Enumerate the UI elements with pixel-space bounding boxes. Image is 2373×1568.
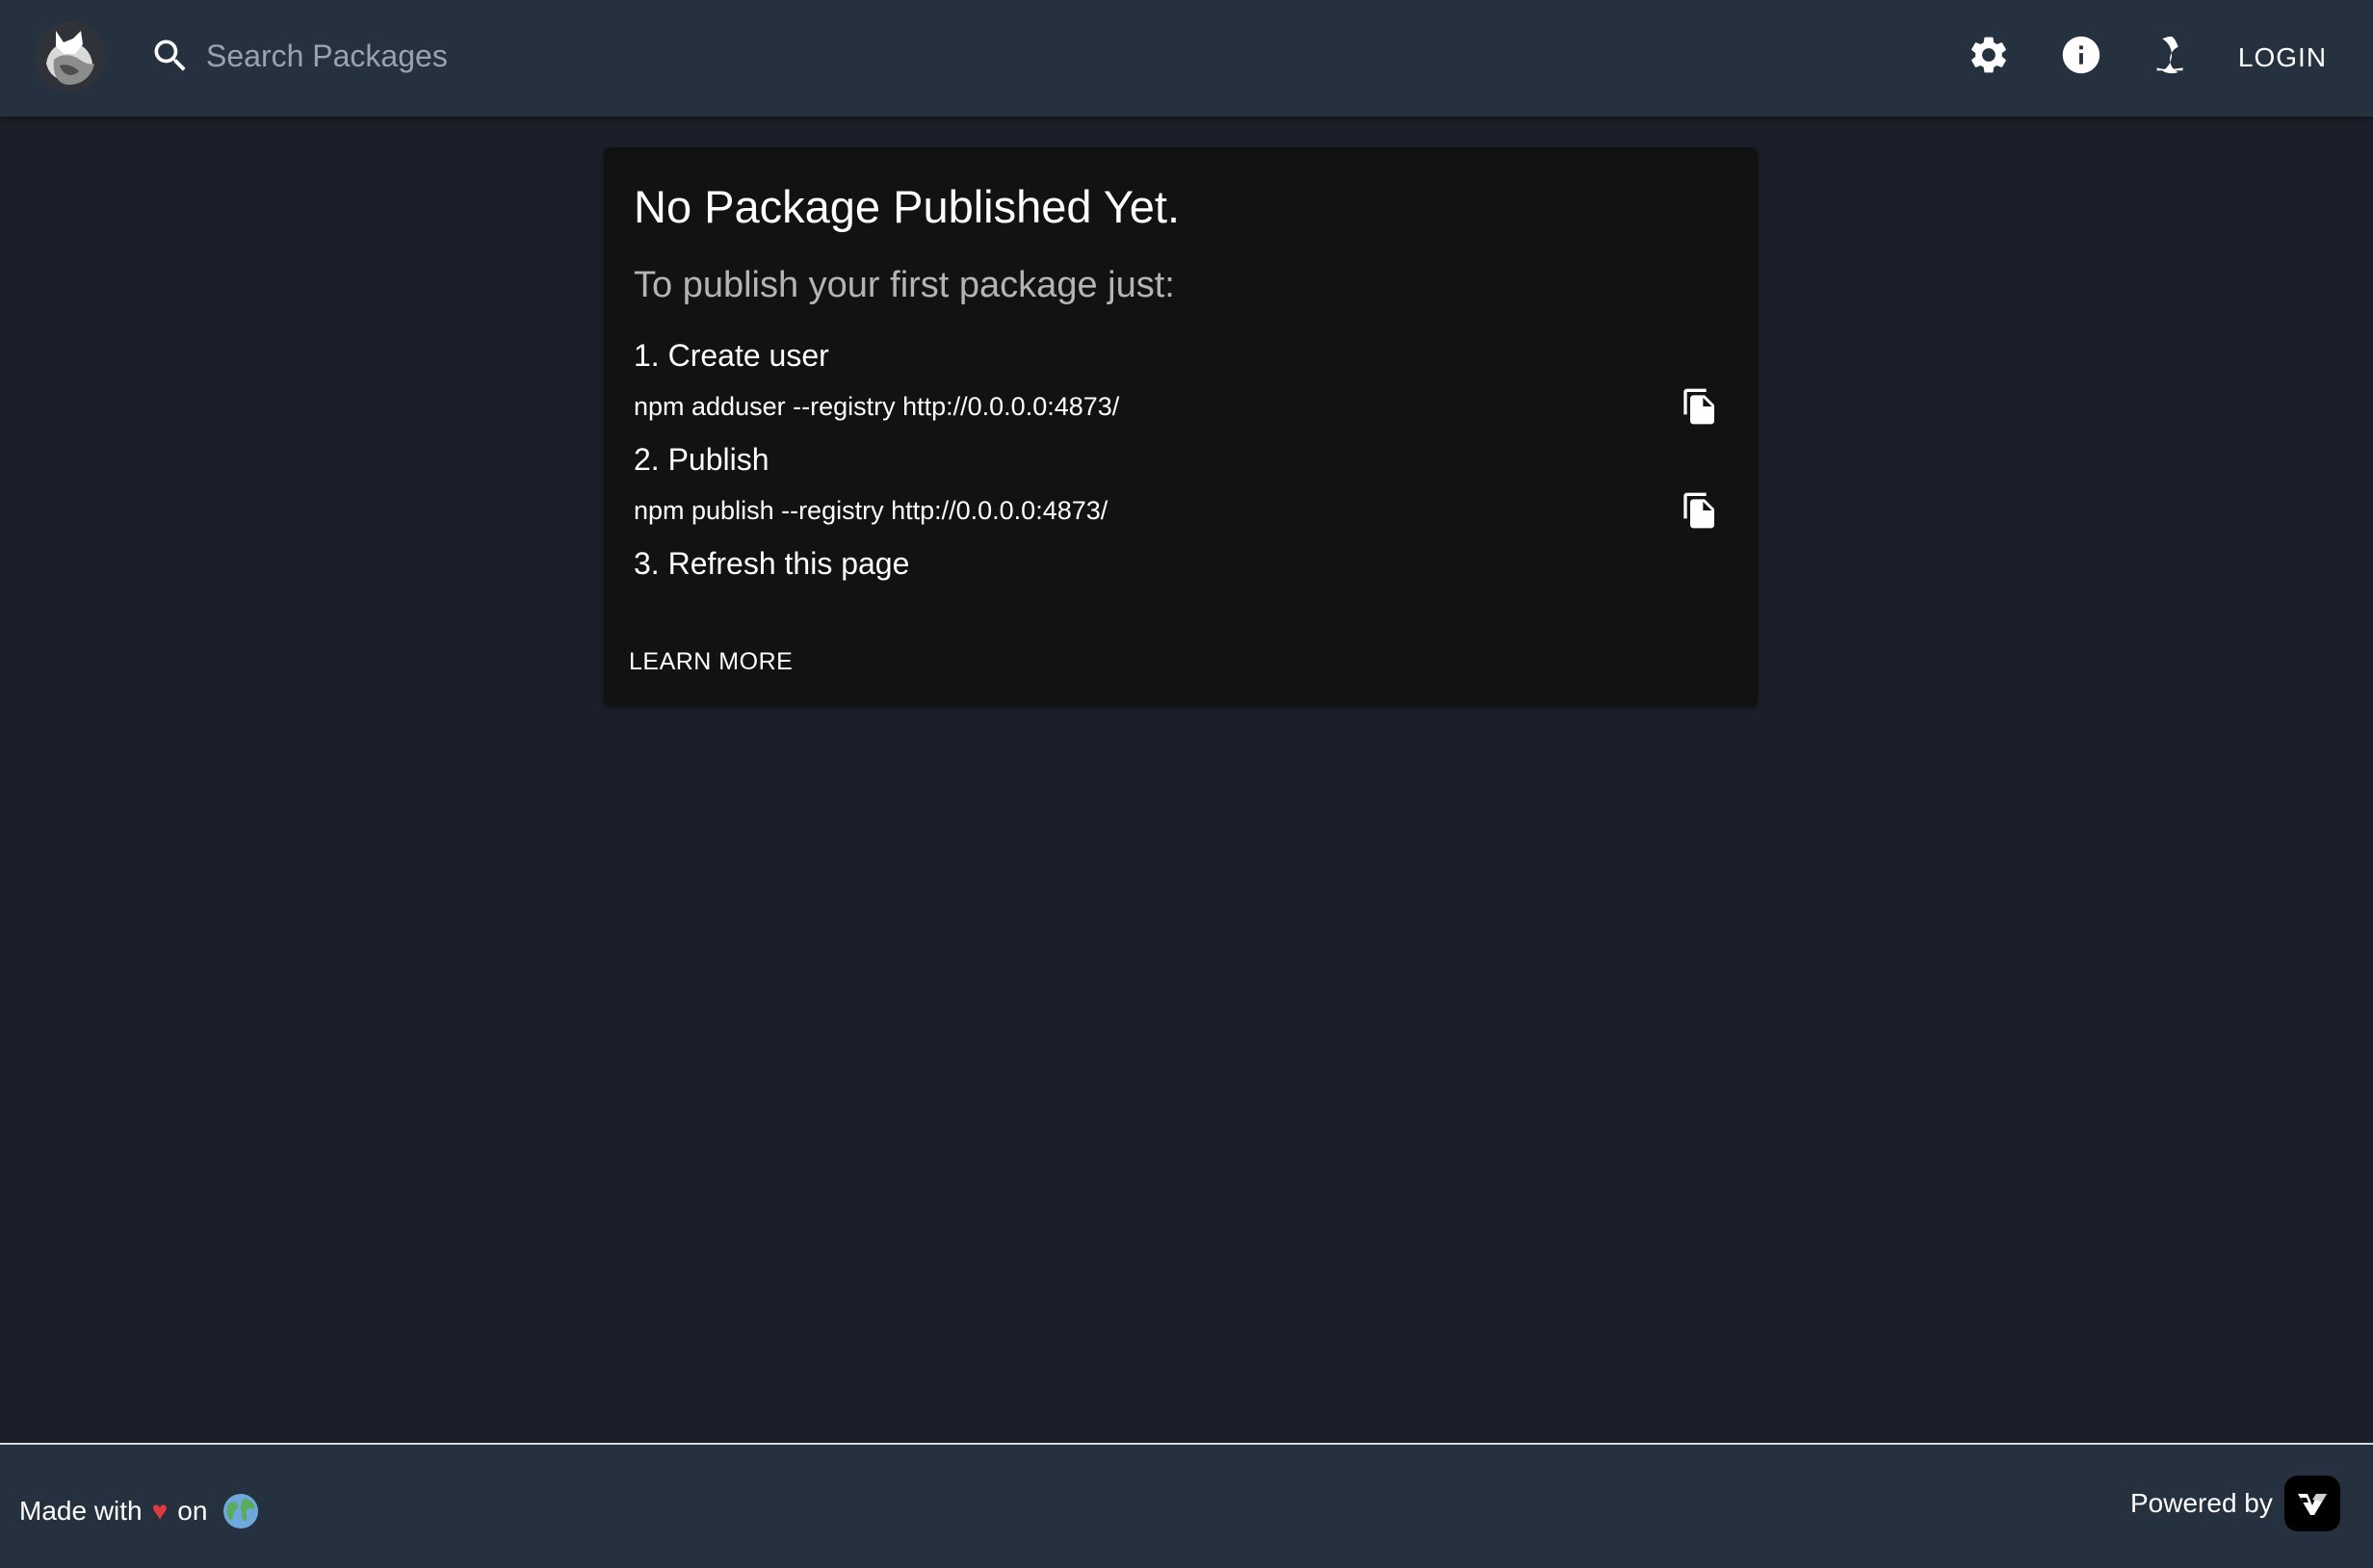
login-button[interactable]: LOGIN bbox=[2225, 29, 2340, 87]
search-bar bbox=[144, 27, 819, 85]
theme-toggle-button[interactable] bbox=[2140, 25, 2204, 89]
powered-by: Powered by bbox=[2130, 1476, 2340, 1531]
made-with-text: Made with ♥ on bbox=[19, 1493, 259, 1529]
search-input[interactable] bbox=[206, 29, 819, 83]
card-title: No Package Published Yet. bbox=[634, 181, 1181, 232]
copy-icon bbox=[1681, 387, 1719, 431]
learn-more-button[interactable]: LEARN MORE bbox=[615, 635, 806, 689]
verdaccio-logo-icon[interactable] bbox=[2283, 1476, 2340, 1531]
footer: Made with ♥ on Powered by bbox=[0, 1443, 2373, 1568]
verdaccio-logo-icon[interactable] bbox=[35, 21, 106, 92]
copy-adduser-button[interactable] bbox=[1673, 381, 1727, 435]
on-label: on bbox=[177, 1496, 208, 1526]
no-package-help-card: No Package Published Yet. To publish you… bbox=[604, 147, 1758, 706]
copy-icon bbox=[1681, 491, 1719, 535]
info-button[interactable] bbox=[2049, 25, 2113, 89]
step-refresh: 3. Refresh this page bbox=[634, 546, 910, 581]
adduser-command: npm adduser --registry http://0.0.0.0:48… bbox=[634, 392, 1120, 421]
made-with-label: Made with bbox=[19, 1496, 143, 1526]
moon-icon bbox=[2150, 33, 2194, 82]
search-icon bbox=[144, 30, 196, 82]
heart-icon: ♥ bbox=[151, 1496, 169, 1526]
step-publish: 2. Publish bbox=[634, 442, 769, 477]
publish-command: npm publish --registry http://0.0.0.0:48… bbox=[634, 496, 1108, 525]
gear-icon bbox=[1967, 33, 2011, 82]
info-icon bbox=[2059, 33, 2103, 82]
powered-by-label: Powered by bbox=[2130, 1488, 2273, 1518]
card-subtitle: To publish your first package just: bbox=[634, 265, 1175, 305]
settings-button[interactable] bbox=[1957, 25, 2021, 89]
copy-publish-button[interactable] bbox=[1673, 485, 1727, 539]
globe-icon[interactable] bbox=[222, 1493, 259, 1529]
top-app-bar: LOGIN bbox=[0, 0, 2373, 117]
step-create-user: 1. Create user bbox=[634, 338, 829, 373]
